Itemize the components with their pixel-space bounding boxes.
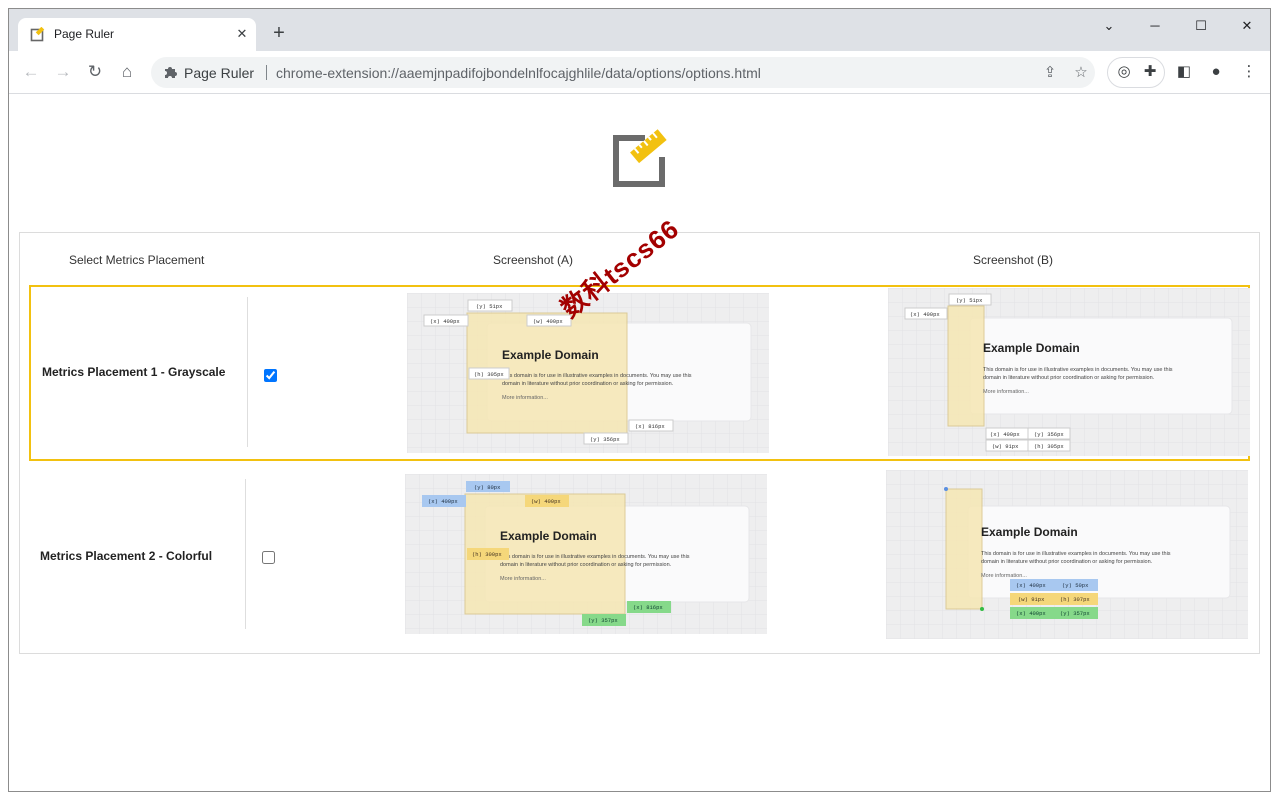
cell-5: (x) 400px: [1016, 610, 1046, 617]
placement-row-grayscale[interactable]: Metrics Placement 1 - Grayscale Example …: [29, 285, 1250, 461]
example-title: Example Domain: [983, 341, 1080, 355]
side-panel-icon[interactable]: ◧: [1174, 62, 1194, 82]
cell-3: (w) 91px: [992, 443, 1019, 450]
page-ruler-logo-icon: [613, 129, 667, 187]
example-line2: domain in literature without prior coord…: [983, 375, 1155, 381]
back-arrow-icon[interactable]: ←: [19, 60, 43, 84]
tag-x2: (x) 816px: [635, 423, 665, 430]
cell-4: (h) 307px: [1060, 596, 1090, 603]
tag-y2: (y) 357px: [588, 617, 618, 624]
forward-arrow-icon[interactable]: →: [51, 60, 75, 84]
example-link: More information...: [500, 576, 546, 582]
browser-toolbar: ← → ↻ ⌂ Page Ruler chrome-extension://aa…: [9, 51, 1270, 94]
tab-search-chevron-icon[interactable]: ⌄: [1086, 14, 1132, 38]
example-line2: domain in literature without prior coord…: [981, 559, 1153, 565]
tag-y2: (y) 356px: [590, 436, 620, 443]
row-divider: [245, 479, 246, 629]
maximize-button[interactable]: ☐: [1178, 14, 1224, 38]
row-label-colorful: Metrics Placement 2 - Colorful: [40, 549, 213, 563]
tag-w: (w) 400px: [531, 498, 561, 505]
cell-4: (h) 305px: [1034, 443, 1064, 450]
cell-6: (y) 357px: [1060, 610, 1090, 617]
row-label-grayscale: Metrics Placement 1 - Grayscale: [42, 365, 226, 379]
screenshot-b-grayscale: Example Domain This domain is for use in…: [888, 288, 1250, 456]
example-link: More information...: [502, 395, 548, 401]
address-bar[interactable]: Page Ruler chrome-extension://aaemjnpadi…: [151, 57, 1095, 88]
example-title: Example Domain: [981, 525, 1078, 539]
placement-row-colorful[interactable]: Metrics Placement 2 - Colorful Example D…: [29, 470, 1250, 647]
cell-3: (w) 91px: [1018, 596, 1045, 603]
url-text[interactable]: chrome-extension://aaemjnpadifojbondelnl…: [276, 65, 761, 81]
tag-y: (y) 51px: [476, 303, 503, 310]
puzzle-piece-icon: [165, 67, 177, 78]
cell-1: (x) 400px: [990, 431, 1020, 438]
example-title: Example Domain: [500, 529, 597, 543]
tab-title: Page Ruler: [54, 27, 115, 41]
reload-icon[interactable]: ↻: [83, 60, 107, 84]
browser-window: Page Ruler ✕ + ⌄ ─ ☐ ✕ ← → ↻ ⌂ Page Rule…: [8, 8, 1271, 792]
tag-x: (x) 400px: [428, 498, 458, 505]
kebab-menu-icon[interactable]: ⋮: [1239, 62, 1259, 82]
share-icon[interactable]: ⇪: [1041, 64, 1059, 82]
tab-close-icon[interactable]: ✕: [234, 26, 250, 42]
tab-page-ruler[interactable]: Page Ruler ✕: [18, 18, 256, 51]
tag-y: (y) 80px: [474, 484, 501, 491]
extensions-puzzle-icon[interactable]: ✚: [1140, 62, 1160, 82]
tag-x: (x) 400px: [430, 318, 460, 325]
tab-strip: Page Ruler ✕ + ⌄ ─ ☐ ✕: [9, 9, 1270, 51]
new-tab-button[interactable]: +: [267, 22, 291, 46]
extensions-pill: ◎ ✚: [1107, 57, 1165, 88]
bookmark-star-icon[interactable]: ☆: [1072, 64, 1090, 82]
example-title: Example Domain: [502, 348, 599, 362]
tag-h: (h) 300px: [472, 551, 502, 558]
close-window-button[interactable]: ✕: [1224, 14, 1270, 38]
page-ruler-favicon: [30, 27, 45, 42]
example-link: More information...: [981, 573, 1027, 579]
example-line2: domain in literature without prior coord…: [500, 562, 672, 568]
example-line1: This domain is for use in illustrative e…: [983, 367, 1173, 373]
tag-x: (x) 400px: [910, 311, 940, 318]
cell-2: (y) 50px: [1062, 582, 1089, 589]
example-line1: This domain is for use in illustrative e…: [500, 554, 690, 560]
tag-y: (y) 51px: [956, 297, 983, 304]
header-screenshot-b: Screenshot (B): [973, 253, 1054, 267]
metrics-placement-table: Select Metrics Placement Screenshot (A) …: [19, 232, 1260, 654]
minimize-button[interactable]: ─: [1132, 14, 1178, 38]
screenshot-a-colorful: Example Domain This domain is for use in…: [405, 474, 767, 634]
example-line1: This domain is for use in illustrative e…: [981, 551, 1171, 557]
screenshot-b-colorful: Example Domain This domain is for use in…: [886, 470, 1248, 639]
row-divider: [247, 297, 248, 447]
header-select-metrics: Select Metrics Placement: [69, 253, 205, 267]
cell-2: (y) 356px: [1034, 431, 1064, 438]
screenshot-a-grayscale: Example Domain This domain is for use in…: [407, 293, 769, 453]
options-page: Select Metrics Placement Screenshot (A) …: [9, 94, 1270, 791]
grayscale-checkbox[interactable]: [264, 369, 277, 382]
compass-icon[interactable]: ◎: [1114, 62, 1134, 82]
tag-x2: (x) 816px: [633, 604, 663, 611]
home-icon[interactable]: ⌂: [115, 60, 139, 84]
tag-w: (w) 400px: [533, 318, 563, 325]
profile-avatar-icon[interactable]: ●: [1206, 62, 1226, 82]
header-screenshot-a: Screenshot (A): [493, 253, 574, 267]
extension-name: Page Ruler: [184, 65, 255, 81]
colorful-checkbox[interactable]: [262, 551, 275, 564]
omnibox-separator: [266, 65, 267, 80]
example-line1: This domain is for use in illustrative e…: [502, 373, 692, 379]
example-link: More information...: [983, 389, 1029, 395]
tag-h: (h) 305px: [474, 371, 504, 378]
example-line2: domain in literature without prior coord…: [502, 381, 674, 387]
cell-1: (x) 400px: [1016, 582, 1046, 589]
